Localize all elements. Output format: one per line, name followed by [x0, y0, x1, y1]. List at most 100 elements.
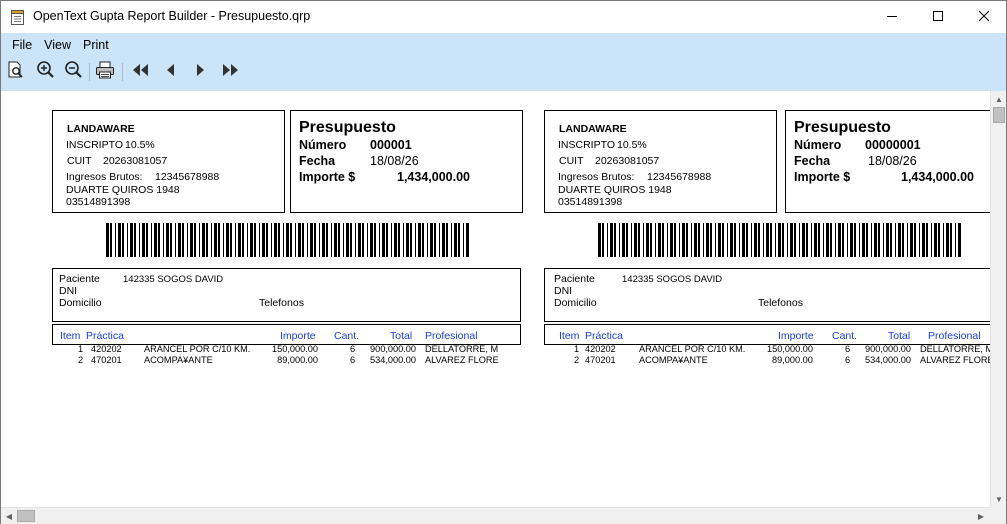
document-box: Presupuesto Número 00000001 Fecha 18/08/…: [785, 110, 990, 213]
barcode-bar: [610, 223, 613, 257]
close-button[interactable]: [961, 1, 1007, 33]
importe-label: Importe $: [299, 170, 356, 184]
barcode-bar: [686, 223, 688, 257]
scroll-down-icon[interactable]: ▼: [991, 491, 1007, 507]
barcode-bar: [790, 223, 793, 257]
barcode-bar: [866, 223, 868, 257]
col-importe: Importe: [280, 330, 316, 342]
barcode-bar: [926, 223, 928, 257]
barcode-bar: [343, 223, 344, 257]
fecha-label: Fecha: [299, 154, 336, 168]
last-page-button[interactable]: [219, 61, 241, 83]
cell-total: 534,000.00: [370, 355, 416, 365]
paciente-label: Paciente: [59, 273, 100, 285]
cell-cant: 6: [350, 344, 356, 354]
importe-label: Importe $: [794, 170, 851, 184]
menu-file[interactable]: File: [1, 33, 39, 57]
print-button[interactable]: [94, 61, 116, 83]
barcode-bar: [134, 223, 136, 257]
paciente-value: 142335 SOGOS DAVID: [622, 274, 723, 285]
toolbar-separator: [122, 63, 123, 81]
barcode-bar: [614, 223, 616, 257]
maximize-button[interactable]: [915, 1, 961, 33]
cell-profesional: DELLATORRE, M: [920, 344, 990, 354]
barcode-bar: [706, 223, 709, 257]
first-page-button[interactable]: [130, 61, 152, 83]
barcode-bar: [190, 223, 193, 257]
report-preview-area[interactable]: LANDAWARE INSCRIPTO 10.5% CUIT 202630810…: [1, 91, 990, 507]
barcode-bar: [187, 223, 188, 257]
barcode-bar: [658, 223, 661, 257]
menu-print[interactable]: Print: [78, 33, 116, 57]
barcode-bar: [338, 223, 340, 257]
barcode-bar: [298, 223, 301, 257]
cell-description: ACOMPA¥ANTE: [144, 355, 213, 365]
col-profesional: Profesional: [928, 330, 981, 342]
barcode-bar: [178, 223, 181, 257]
paciente-value: 142335 SOGOS DAVID: [123, 274, 224, 285]
barcode-bar: [751, 223, 752, 257]
title-bar[interactable]: OpenText Gupta Report Builder - Presupue…: [1, 1, 1006, 33]
barcode-bar: [770, 223, 772, 257]
barcode-bar: [463, 223, 464, 257]
next-page-button[interactable]: [189, 61, 211, 83]
barcode-bar: [626, 223, 628, 257]
print-preview-button[interactable]: [5, 61, 27, 83]
domicilio-label: Domicilio: [554, 297, 597, 309]
barcode-bar: [394, 223, 397, 257]
company-phone: 03514891398: [558, 196, 623, 208]
cell-importe: 89,000.00: [277, 355, 318, 365]
horizontal-scrollbar[interactable]: ◀ ▶: [1, 507, 990, 524]
zoom-out-button[interactable]: [62, 61, 84, 83]
barcode-bar: [286, 223, 289, 257]
previous-page-button[interactable]: [160, 61, 182, 83]
barcode-bar: [398, 223, 400, 257]
barcode-bar: [874, 223, 877, 257]
col-total: Total: [390, 330, 413, 342]
previous-page-icon: [166, 63, 176, 82]
barcode-bar: [830, 223, 832, 257]
barcode-bar: [811, 223, 812, 257]
document-box: Presupuesto Número 000001 Fecha 18/08/26…: [290, 110, 523, 213]
scroll-right-icon[interactable]: ▶: [973, 508, 989, 524]
barcode-bar: [379, 223, 380, 257]
barcode-bar: [122, 223, 124, 257]
zoom-in-button[interactable]: [34, 61, 56, 83]
cell-cant: 6: [845, 355, 851, 365]
barcode-bar: [890, 223, 892, 257]
menu-view[interactable]: View: [39, 33, 78, 57]
barcode-bar: [674, 223, 676, 257]
inscripto-label: INSCRIPTO: [66, 139, 123, 151]
minimize-icon: [887, 8, 897, 26]
cuit-value: 20263081057: [103, 155, 168, 167]
barcode-bar: [838, 223, 841, 257]
barcode-bar: [679, 223, 680, 257]
cell-code: 470201: [585, 355, 616, 365]
cell-description: ARANCEL POR C/10 KM.: [144, 344, 251, 354]
scroll-up-icon[interactable]: ▲: [991, 91, 1007, 107]
barcode-bar: [259, 223, 260, 257]
company-name: LANDAWARE: [67, 123, 135, 135]
company-address: DUARTE QUIROS 1948: [558, 184, 672, 196]
scroll-left-icon[interactable]: ◀: [1, 508, 17, 524]
cell-description: ARANCEL POR C/10 KM.: [639, 344, 746, 354]
numero-value: 000001: [370, 138, 412, 152]
barcode-bar: [230, 223, 232, 257]
vertical-scrollbar[interactable]: ▲ ▼: [990, 91, 1006, 507]
barcode-bar: [410, 223, 412, 257]
barcode-bar: [218, 223, 220, 257]
ib-label: Ingresos Brutos:: [558, 171, 635, 183]
barcode-bar: [710, 223, 712, 257]
vertical-scroll-thumb[interactable]: [993, 107, 1005, 123]
patient-box: Paciente 142335 SOGOS DAVID DNI Domicili…: [544, 268, 990, 322]
barcode-bar: [290, 223, 292, 257]
horizontal-scroll-thumb[interactable]: [17, 510, 35, 522]
cell-total: 900,000.00: [865, 344, 911, 354]
barcode-bar: [158, 223, 160, 257]
minimize-button[interactable]: [869, 1, 915, 33]
cell-item: 1: [78, 344, 84, 354]
report-page-1: LANDAWARE INSCRIPTO 10.5% CUIT 202630810…: [52, 91, 532, 507]
barcode-bar: [854, 223, 856, 257]
document-title: Presupuesto: [299, 119, 396, 136]
barcode-bar: [295, 223, 296, 257]
